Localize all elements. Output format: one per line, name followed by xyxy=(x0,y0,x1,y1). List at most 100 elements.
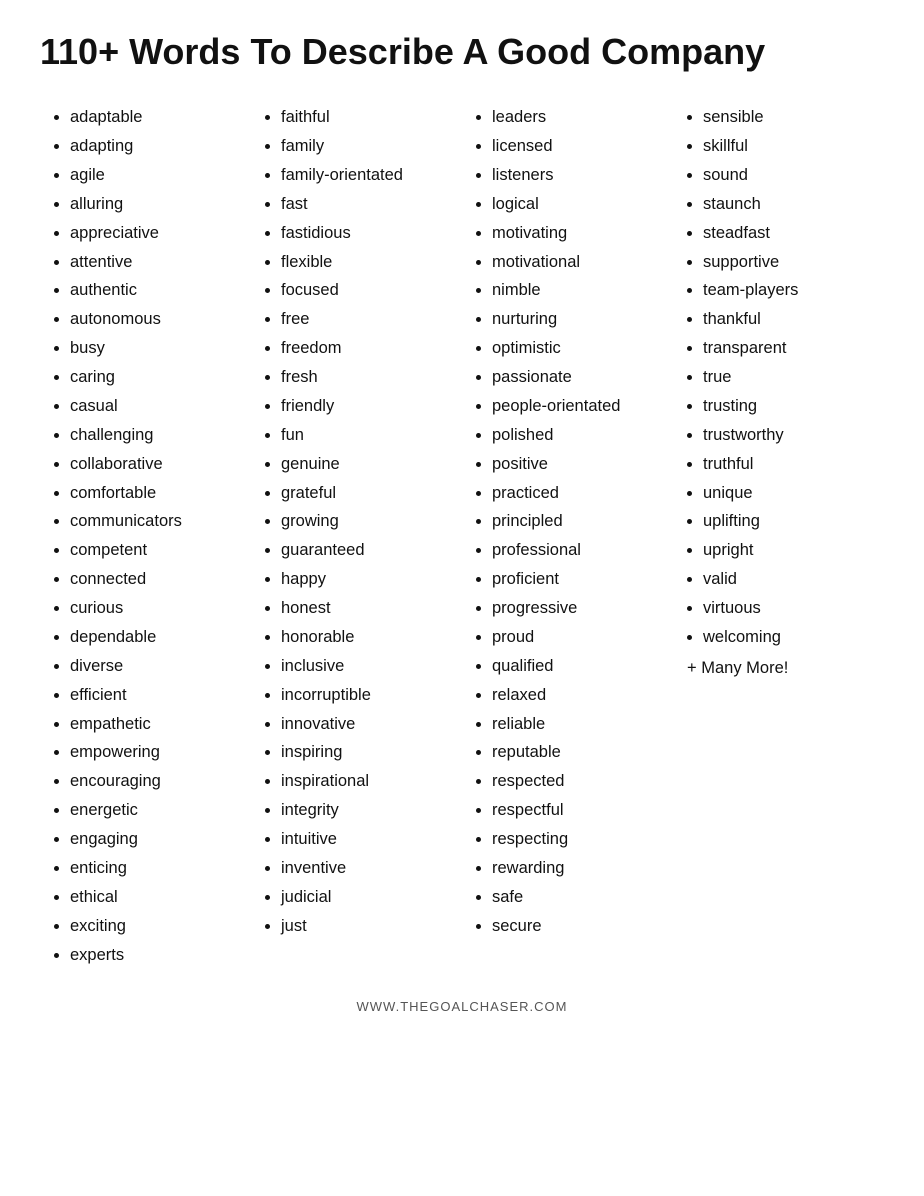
list-item: collaborative xyxy=(70,450,241,479)
list-item: safe xyxy=(492,883,663,912)
list-item: relaxed xyxy=(492,681,663,710)
page-title: 110+ Words To Describe A Good Company xyxy=(40,30,884,73)
list-item: free xyxy=(281,305,452,334)
list-item: progressive xyxy=(492,594,663,623)
list-item: steadfast xyxy=(703,219,874,248)
list-item: family-orientated xyxy=(281,161,452,190)
list-item: empathetic xyxy=(70,710,241,739)
list-item: secure xyxy=(492,912,663,941)
list-item: proficient xyxy=(492,565,663,594)
list-item: family xyxy=(281,132,452,161)
list-item: empowering xyxy=(70,738,241,767)
list-item: passionate xyxy=(492,363,663,392)
list-item: competent xyxy=(70,536,241,565)
list-item: staunch xyxy=(703,190,874,219)
list-item: freedom xyxy=(281,334,452,363)
list-item: comfortable xyxy=(70,479,241,508)
list-item: dependable xyxy=(70,623,241,652)
list-item: efficient xyxy=(70,681,241,710)
list-item: fastidious xyxy=(281,219,452,248)
list-item: adaptable xyxy=(70,103,241,132)
list-item: energetic xyxy=(70,796,241,825)
list-item: respectful xyxy=(492,796,663,825)
list-item: truthful xyxy=(703,450,874,479)
list-item: positive xyxy=(492,450,663,479)
list-item: faithful xyxy=(281,103,452,132)
list-item: uplifting xyxy=(703,507,874,536)
list-item: qualified xyxy=(492,652,663,681)
column-2: faithfulfamilyfamily-orientatedfastfasti… xyxy=(251,103,462,940)
list-item: integrity xyxy=(281,796,452,825)
column-1: adaptableadaptingagilealluringappreciati… xyxy=(40,103,251,969)
list-item: welcoming xyxy=(703,623,874,652)
list-item: connected xyxy=(70,565,241,594)
word-list-1: adaptableadaptingagilealluringappreciati… xyxy=(50,103,241,969)
list-item: honest xyxy=(281,594,452,623)
list-item: communicators xyxy=(70,507,241,536)
list-item: upright xyxy=(703,536,874,565)
list-item: grateful xyxy=(281,479,452,508)
list-item: trusting xyxy=(703,392,874,421)
list-item: professional xyxy=(492,536,663,565)
list-item: enticing xyxy=(70,854,241,883)
list-item: challenging xyxy=(70,421,241,450)
list-item: team-players xyxy=(703,276,874,305)
list-item: practiced xyxy=(492,479,663,508)
list-item: trustworthy xyxy=(703,421,874,450)
list-item: genuine xyxy=(281,450,452,479)
list-item: sound xyxy=(703,161,874,190)
list-item: respecting xyxy=(492,825,663,854)
list-item: logical xyxy=(492,190,663,219)
list-item: proud xyxy=(492,623,663,652)
list-item: judicial xyxy=(281,883,452,912)
list-item: growing xyxy=(281,507,452,536)
column-4: sensibleskillfulsoundstaunchsteadfastsup… xyxy=(673,103,884,683)
list-item: people-orientated xyxy=(492,392,663,421)
list-item: motivating xyxy=(492,219,663,248)
list-item: valid xyxy=(703,565,874,594)
column-3: leaderslicensedlistenerslogicalmotivatin… xyxy=(462,103,673,940)
list-item: focused xyxy=(281,276,452,305)
list-item: autonomous xyxy=(70,305,241,334)
list-item: fast xyxy=(281,190,452,219)
list-item: sensible xyxy=(703,103,874,132)
list-item: reliable xyxy=(492,710,663,739)
list-item: just xyxy=(281,912,452,941)
list-item: caring xyxy=(70,363,241,392)
list-item: nimble xyxy=(492,276,663,305)
list-item: rewarding xyxy=(492,854,663,883)
list-item: principled xyxy=(492,507,663,536)
word-list-2: faithfulfamilyfamily-orientatedfastfasti… xyxy=(261,103,452,940)
list-item: inspiring xyxy=(281,738,452,767)
list-item: true xyxy=(703,363,874,392)
footer: WWW.THEGOALCHASER.COM xyxy=(40,999,884,1014)
list-item: agile xyxy=(70,161,241,190)
list-item: authentic xyxy=(70,276,241,305)
list-item: listeners xyxy=(492,161,663,190)
list-item: ethical xyxy=(70,883,241,912)
columns-container: adaptableadaptingagilealluringappreciati… xyxy=(40,103,884,969)
list-item: attentive xyxy=(70,248,241,277)
list-item: happy xyxy=(281,565,452,594)
word-list-3: leaderslicensedlistenerslogicalmotivatin… xyxy=(472,103,663,940)
list-item: reputable xyxy=(492,738,663,767)
list-item: inventive xyxy=(281,854,452,883)
list-item: fresh xyxy=(281,363,452,392)
list-item: incorruptible xyxy=(281,681,452,710)
list-item: exciting xyxy=(70,912,241,941)
list-item: busy xyxy=(70,334,241,363)
list-item: intuitive xyxy=(281,825,452,854)
list-item: inspirational xyxy=(281,767,452,796)
list-item: transparent xyxy=(703,334,874,363)
list-item: diverse xyxy=(70,652,241,681)
list-item: unique xyxy=(703,479,874,508)
list-item: engaging xyxy=(70,825,241,854)
plus-more-label: + Many More! xyxy=(683,654,874,683)
list-item: honorable xyxy=(281,623,452,652)
list-item: flexible xyxy=(281,248,452,277)
list-item: experts xyxy=(70,941,241,970)
list-item: thankful xyxy=(703,305,874,334)
list-item: innovative xyxy=(281,710,452,739)
list-item: friendly xyxy=(281,392,452,421)
list-item: licensed xyxy=(492,132,663,161)
